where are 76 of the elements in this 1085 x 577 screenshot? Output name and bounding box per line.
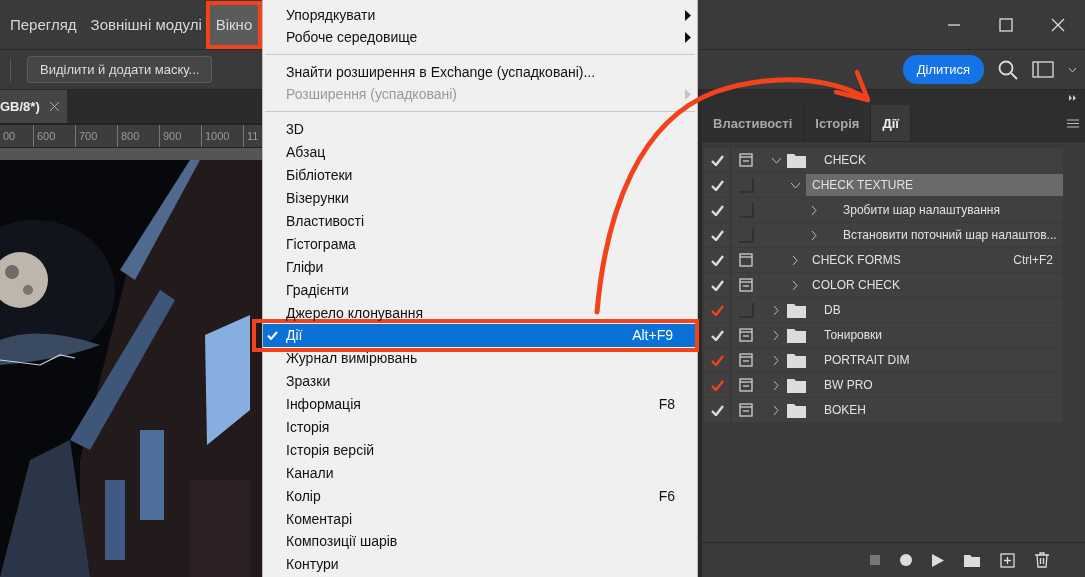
folder-icon bbox=[787, 327, 806, 343]
folder-icon bbox=[787, 377, 806, 393]
dialog-toggle-icon[interactable] bbox=[739, 278, 753, 292]
chevron-down-icon[interactable] bbox=[770, 156, 782, 164]
play-icon[interactable] bbox=[932, 553, 944, 567]
menu-item[interactable]: Упорядкувати bbox=[263, 4, 697, 26]
select-and-mask-button[interactable]: Виділити й додати маску... bbox=[27, 56, 213, 83]
double-chevron-icon[interactable] bbox=[1069, 94, 1077, 101]
checkmark-icon[interactable] bbox=[710, 304, 724, 316]
caret-icon[interactable] bbox=[1068, 66, 1077, 73]
panel-tab[interactable]: Дії bbox=[871, 105, 911, 141]
menu-item[interactable]: Джерело клонування bbox=[263, 301, 697, 324]
menu-bar-item[interactable]: Зовнішні модулі bbox=[84, 4, 208, 45]
action-name[interactable]: CHECK FORMS bbox=[806, 249, 1014, 271]
dialog-toggle-icon[interactable] bbox=[739, 378, 753, 392]
chevron-right-icon[interactable] bbox=[792, 254, 798, 266]
chevron-right-icon[interactable] bbox=[811, 229, 817, 241]
share-button[interactable]: Ділитися bbox=[902, 55, 984, 84]
chevron-right-icon[interactable] bbox=[773, 329, 779, 341]
folder-icon[interactable] bbox=[964, 553, 980, 567]
menu-item[interactable]: Бібліотеки bbox=[263, 163, 697, 187]
ruler-label: 800 bbox=[117, 125, 159, 147]
menu-icon[interactable] bbox=[1067, 118, 1079, 128]
chevron-right-icon[interactable] bbox=[773, 354, 779, 366]
record-icon[interactable] bbox=[900, 554, 912, 566]
menu-item[interactable]: Гліфи bbox=[263, 255, 697, 279]
menu-item[interactable]: Канали bbox=[263, 461, 697, 485]
menu-item[interactable]: Історія версій bbox=[263, 438, 697, 462]
shortcut-label: Ctrl+F2 bbox=[1013, 253, 1054, 267]
menu-bar-item[interactable]: Вікно bbox=[209, 4, 259, 45]
action-name[interactable]: CHECK TEXTURE bbox=[806, 174, 1063, 196]
workspace-icon[interactable] bbox=[1032, 61, 1054, 78]
menu-item[interactable]: Композиції шарів bbox=[263, 530, 697, 553]
document-tab[interactable]: GB/8*) bbox=[0, 90, 67, 123]
menu-item[interactable]: Дії Alt+F9 bbox=[263, 324, 695, 347]
ruler-label: 00 bbox=[2, 129, 17, 144]
ruler-label: 900 bbox=[159, 125, 201, 147]
dialog-toggle-icon[interactable] bbox=[739, 253, 753, 267]
menu-item[interactable]: Візерунки bbox=[263, 186, 697, 210]
close-icon[interactable] bbox=[49, 102, 59, 111]
menu-item[interactable]: Зразки bbox=[263, 369, 697, 393]
folder-icon bbox=[787, 402, 806, 418]
menu-item[interactable]: Журнал вимірювань bbox=[263, 346, 697, 370]
checkmark-icon[interactable] bbox=[710, 379, 724, 391]
trash-icon[interactable] bbox=[1035, 552, 1049, 568]
menu-item[interactable]: Властивості bbox=[263, 209, 697, 233]
menu-bar-item[interactable]: Перегляд bbox=[4, 4, 83, 45]
ruler-label: 600 bbox=[33, 125, 75, 147]
folder-icon bbox=[787, 302, 806, 318]
menu-item[interactable]: Знайти розширення в Exchange (успадковані)... bbox=[263, 61, 697, 83]
dialog-toggle-icon[interactable] bbox=[739, 328, 753, 342]
menu-item[interactable]: Коментарі bbox=[263, 507, 697, 531]
ruler-label: 700 bbox=[75, 125, 117, 147]
new-item-icon[interactable] bbox=[1000, 552, 1015, 568]
search-icon[interactable] bbox=[998, 59, 1018, 80]
chevron-right-icon[interactable] bbox=[792, 279, 798, 291]
chevron-right-icon[interactable] bbox=[773, 404, 779, 416]
ruler-label: 1000 bbox=[201, 125, 243, 147]
checkmark-icon[interactable] bbox=[710, 354, 724, 366]
menu-item[interactable]: Градієнти bbox=[263, 278, 697, 302]
menu-item[interactable]: Інформація F8 bbox=[263, 392, 697, 416]
chevron-down-icon[interactable] bbox=[789, 181, 801, 189]
dialog-toggle-icon[interactable] bbox=[739, 403, 753, 417]
chevron-right-icon[interactable] bbox=[773, 304, 779, 316]
dialog-toggle-icon[interactable] bbox=[739, 353, 753, 367]
menu-item[interactable]: Контури bbox=[263, 552, 697, 576]
menu-item[interactable]: Робоче середовище bbox=[263, 26, 697, 48]
menu-item[interactable]: Гістограма bbox=[263, 232, 697, 256]
dialog-toggle-icon[interactable] bbox=[739, 153, 753, 167]
menu-item[interactable]: Історія bbox=[263, 415, 697, 439]
folder-icon bbox=[787, 152, 806, 168]
chevron-right-icon[interactable] bbox=[811, 204, 817, 216]
menu-item[interactable]: Колір F6 bbox=[263, 484, 697, 508]
folder-icon bbox=[787, 352, 806, 368]
maximize-icon[interactable] bbox=[999, 17, 1013, 32]
chevron-right-icon[interactable] bbox=[773, 379, 779, 391]
